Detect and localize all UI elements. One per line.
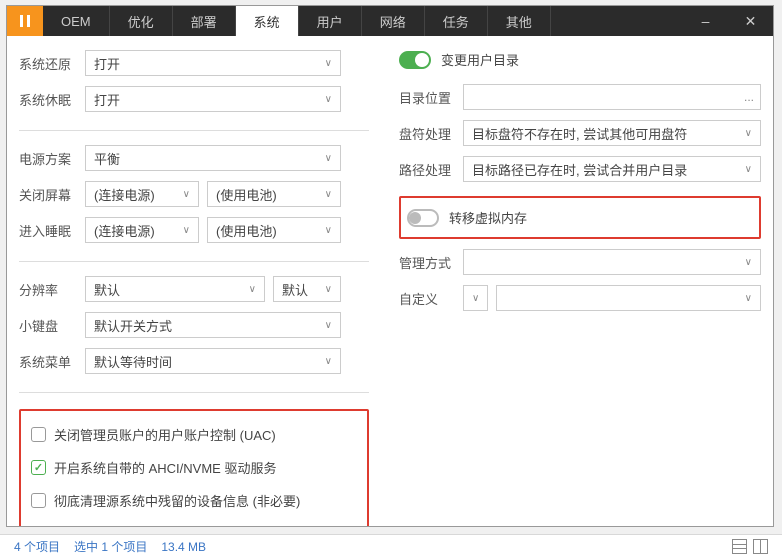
select-value: (连接电源) [94,221,155,240]
select-value: (连接电源) [94,185,155,204]
label-system-menu: 系统菜单 [19,352,77,371]
chevron-down-icon: ∨ [183,189,190,200]
label-path-handling: 路径处理 [399,160,455,179]
select-value: 默认等待时间 [94,352,172,371]
chevron-down-icon: ∨ [745,128,752,139]
toggle-move-vm[interactable] [407,209,439,227]
checkbox-label: 彻底清理源系统中残留的设备信息 (非必要) [54,491,300,510]
chevron-down-icon: ∨ [472,293,479,304]
highlighted-checkbox-group: 关闭管理员账户的用户账户控制 (UAC) 开启系统自带的 AHCI/NVME 驱… [19,409,369,526]
select-system-restore[interactable]: 打开 ∨ [85,50,341,76]
select-screen-off-ac[interactable]: (连接电源) ∨ [85,181,199,207]
browse-icon[interactable]: ... [744,90,754,104]
chevron-down-icon: ∨ [325,189,332,200]
label-system-restore: 系统还原 [19,54,77,73]
view-details-icon[interactable] [732,539,747,554]
chevron-down-icon: ∨ [745,164,752,175]
tab-other[interactable]: 其他 [488,6,551,36]
select-custom-1[interactable]: ∨ [463,285,488,311]
pause-button[interactable] [7,6,43,36]
chevron-down-icon: ∨ [325,320,332,331]
select-value: 默认 [94,280,120,299]
select-value: 默认 [282,280,308,299]
tab-deploy[interactable]: 部署 [173,6,236,36]
select-value: 默认开关方式 [94,316,172,335]
chevron-down-icon: ∨ [249,284,256,295]
select-screen-off-dc[interactable]: (使用电池) ∨ [207,181,341,207]
label-custom: 自定义 [399,289,455,308]
select-resolution-2[interactable]: 默认 ∨ [273,276,341,302]
status-items-count: 4 个项目 [14,538,60,555]
divider [19,261,369,262]
chevron-down-icon: ∨ [745,293,752,304]
select-system-menu[interactable]: 默认等待时间 ∨ [85,348,341,374]
close-button[interactable]: ✕ [728,6,773,36]
select-value: (使用电池) [216,185,277,204]
minimize-button[interactable]: – [683,6,728,36]
select-value: 打开 [94,54,120,73]
tab-oem[interactable]: OEM [43,6,110,36]
select-power-plan[interactable]: 平衡 ∨ [85,145,341,171]
tab-network[interactable]: 网络 [362,6,425,36]
label-power-plan: 电源方案 [19,149,77,168]
select-value: 目标盘符不存在时, 尝试其他可用盘符 [472,124,687,143]
chevron-down-icon: ∨ [325,94,332,105]
toggle-label: 转移虚拟内存 [449,208,527,227]
select-value: (使用电池) [216,221,277,240]
status-bar: 4 个项目 选中 1 个项目 13.4 MB [0,534,782,558]
tab-optimize[interactable]: 优化 [110,6,173,36]
view-thumbnails-icon[interactable] [753,539,768,554]
divider [19,392,369,393]
label-dir-location: 目录位置 [399,88,455,107]
status-selected: 选中 1 个项目 [74,538,147,555]
tab-task[interactable]: 任务 [425,6,488,36]
toggle-label: 变更用户目录 [441,50,519,69]
chevron-down-icon: ∨ [325,225,332,236]
select-manage-method[interactable]: ∨ [463,249,761,275]
chevron-down-icon: ∨ [745,257,752,268]
chevron-down-icon: ∨ [325,356,332,367]
highlighted-toggle-box: 转移虚拟内存 [399,196,761,239]
chevron-down-icon: ∨ [325,153,332,164]
checkbox-label: 按照 内置存储->外置存储 的顺序理顺盘符 [54,524,294,526]
checkbox-label: 关闭管理员账户的用户账户控制 (UAC) [54,425,276,444]
label-numpad: 小键盘 [19,316,77,335]
label-sleep: 进入睡眠 [19,221,77,240]
toggle-change-user-dir[interactable] [399,51,431,69]
select-hibernate[interactable]: 打开 ∨ [85,86,341,112]
checkbox-ahci-nvme[interactable] [31,460,46,475]
select-numpad[interactable]: 默认开关方式 ∨ [85,312,341,338]
tab-system[interactable]: 系统 [236,6,299,36]
select-custom-2[interactable]: ∨ [496,285,761,311]
tab-user[interactable]: 用户 [299,6,362,36]
status-size: 13.4 MB [161,540,206,554]
label-manage-method: 管理方式 [399,253,455,272]
select-sleep-dc[interactable]: (使用电池) ∨ [207,217,341,243]
select-resolution[interactable]: 默认 ∨ [85,276,265,302]
label-screen-off: 关闭屏幕 [19,185,77,204]
select-value: 平衡 [94,149,120,168]
divider [19,130,369,131]
input-dir-location[interactable]: ... [463,84,761,110]
select-value: 目标路径已存在时, 尝试合并用户目录 [472,160,687,179]
checkbox-label: 开启系统自带的 AHCI/NVME 驱动服务 [54,458,276,477]
chevron-down-icon: ∨ [325,284,332,295]
checkbox-uac[interactable] [31,427,46,442]
select-path-handling[interactable]: 目标路径已存在时, 尝试合并用户目录 ∨ [463,156,761,182]
label-hibernate: 系统休眠 [19,90,77,109]
label-resolution: 分辨率 [19,280,77,299]
checkbox-cleanup-devices[interactable] [31,493,46,508]
label-drive-handling: 盘符处理 [399,124,455,143]
select-sleep-ac[interactable]: (连接电源) ∨ [85,217,199,243]
select-value: 打开 [94,90,120,109]
chevron-down-icon: ∨ [183,225,190,236]
select-drive-handling[interactable]: 目标盘符不存在时, 尝试其他可用盘符 ∨ [463,120,761,146]
chevron-down-icon: ∨ [325,58,332,69]
